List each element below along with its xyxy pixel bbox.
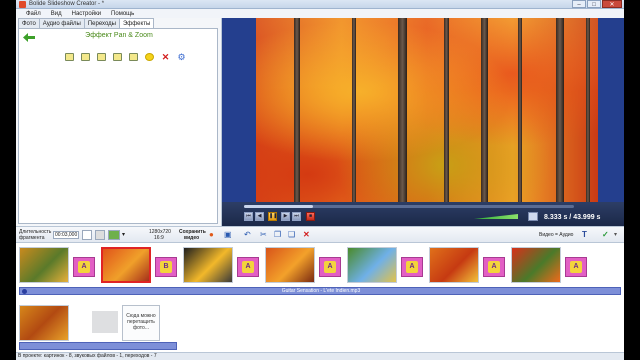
audio-track[interactable]: Guitar Sensation - L'ete Indien.mp3	[19, 287, 621, 295]
video-audio-toggle[interactable]: Видео = Аудио	[539, 232, 573, 238]
skip-start-button[interactable]: ⏮	[244, 212, 253, 221]
sun-icon[interactable]	[145, 53, 154, 61]
close-button[interactable]: ✕	[602, 0, 622, 8]
duration-label-2: фрагмента	[19, 235, 45, 241]
tab-bar: Фото Аудио файлы Переходы Эффекты	[18, 18, 155, 28]
text-icon[interactable]: T	[582, 230, 587, 240]
slide-thumbnail[interactable]	[19, 247, 69, 283]
paste-icon[interactable]: ❑	[288, 230, 295, 240]
tab-effects[interactable]: Эффекты	[118, 18, 155, 28]
record-icon[interactable]: ●	[209, 230, 214, 240]
transition-thumbnail[interactable]: B	[155, 257, 177, 277]
pause-button[interactable]: ❚❚	[268, 212, 277, 221]
transition-letter: A	[78, 261, 90, 273]
preview-image	[256, 18, 598, 202]
preview-area: ⏮ ◀ ❚❚ ▶ ⏭ ■ 8.333 s / 43.999 s	[222, 18, 624, 226]
slide-thumbnail[interactable]	[183, 247, 233, 283]
transition-thumbnail[interactable]: A	[565, 257, 587, 277]
more-icon[interactable]: ▾	[614, 230, 617, 240]
window-controls: – □ ✕	[572, 0, 622, 8]
aspect-label[interactable]: 16:9	[154, 235, 164, 241]
transition-thumbnail[interactable]: A	[237, 257, 259, 277]
transition-thumbnail[interactable]: A	[483, 257, 505, 277]
title-bar: Bolide Slideshow Creator - * – □ ✕	[16, 0, 624, 9]
menu-bar: Файл Вид Настройки Помощь	[16, 9, 624, 18]
transition-letter: A	[488, 261, 500, 273]
menu-view[interactable]: Вид	[51, 11, 62, 17]
skip-end-button[interactable]: ⏭	[292, 212, 301, 221]
effect-toolbar: ✕ ⚙	[65, 53, 186, 62]
check-icon[interactable]: ✓	[602, 230, 609, 240]
effects-panel: Эффект Pan & Zoom ✕ ⚙	[18, 28, 218, 224]
zoom-out-icon[interactable]	[81, 53, 90, 61]
window-title: Bolide Slideshow Creator - *	[29, 1, 105, 7]
slide-thumbnail[interactable]	[101, 247, 151, 283]
tab-audio[interactable]: Аудио файлы	[38, 18, 85, 28]
slide-thumbnail[interactable]	[511, 247, 561, 283]
stop-button[interactable]: ■	[306, 212, 315, 221]
drop-zone[interactable]: Сюда можно перетащить фото...	[122, 305, 160, 341]
menu-help[interactable]: Помощь	[111, 11, 134, 17]
transition-thumbnail[interactable]: A	[401, 257, 423, 277]
slide-thumbnail[interactable]	[265, 247, 315, 283]
time-display: 8.333 s / 43.999 s	[544, 214, 601, 221]
status-bar: В проекте: картинок - 8, звуковых файлов…	[16, 352, 624, 360]
undo-icon[interactable]: ↶	[244, 230, 251, 240]
pool-photo[interactable]	[19, 305, 69, 341]
play-icon[interactable]	[82, 230, 92, 240]
transition-letter: A	[242, 261, 254, 273]
dropdown-icon[interactable]: ▾	[122, 230, 125, 240]
volume-track[interactable]	[19, 342, 177, 350]
slide-thumbnail[interactable]	[429, 247, 479, 283]
delete-icon[interactable]: ✕	[303, 230, 310, 240]
tab-transitions[interactable]: Переходы	[83, 18, 120, 28]
effect-title: Эффект Pan & Zoom	[85, 32, 153, 39]
settings-icon[interactable]: ⚙	[177, 53, 186, 62]
pan-left-icon[interactable]	[97, 53, 106, 61]
transition-letter: A	[324, 261, 336, 273]
image-icon[interactable]	[108, 230, 120, 240]
seek-progress	[244, 205, 314, 208]
audio-track-name: Guitar Sensation - L'ete Indien.mp3	[281, 288, 361, 294]
zoom-in-icon[interactable]	[65, 53, 74, 61]
menu-file[interactable]: Файл	[26, 11, 41, 17]
delete-icon[interactable]: ✕	[161, 53, 170, 62]
minimize-button[interactable]: –	[572, 0, 586, 8]
seek-bar[interactable]	[244, 205, 574, 208]
volume-slider[interactable]	[474, 214, 518, 219]
transition-letter: B	[160, 261, 172, 273]
transition-letter: A	[570, 261, 582, 273]
slide-thumbnail[interactable]	[347, 247, 397, 283]
app-window: Bolide Slideshow Creator - * – □ ✕ Файл …	[16, 0, 624, 360]
save-icon[interactable]: ▣	[224, 230, 232, 240]
timeline-toolbar: Длительность фрагмента 00:03,000 ▾ 1280x…	[16, 226, 624, 243]
pool-blank[interactable]	[92, 311, 118, 333]
menu-settings[interactable]: Настройки	[72, 11, 101, 17]
transition-letter: A	[406, 261, 418, 273]
player-controls: ⏮ ◀ ❚❚ ▶ ⏭ ■ 8.333 s / 43.999 s	[222, 202, 624, 226]
copy-icon[interactable]: ❐	[274, 230, 281, 240]
duration-input[interactable]: 00:03,000	[53, 231, 79, 239]
storyboard: A B A A A A A Guitar Sensation - L'ete Indien.…	[16, 243, 624, 352]
blank-icon[interactable]	[95, 230, 105, 240]
left-panel: Фото Аудио файлы Переходы Эффекты Эффект…	[16, 18, 222, 226]
cut-icon[interactable]: ✂	[260, 230, 267, 240]
maximize-button[interactable]: □	[587, 0, 601, 8]
save-video-label-2[interactable]: видео	[184, 235, 199, 241]
next-frame-button[interactable]: ▶	[281, 212, 290, 221]
pan-down-icon[interactable]	[129, 53, 138, 61]
prev-frame-button[interactable]: ◀	[255, 212, 264, 221]
transition-thumbnail[interactable]: A	[73, 257, 95, 277]
fullscreen-icon[interactable]	[528, 212, 538, 221]
app-icon	[19, 1, 26, 8]
pan-up-icon[interactable]	[113, 53, 122, 61]
tab-photo[interactable]: Фото	[18, 18, 40, 28]
transition-thumbnail[interactable]: A	[319, 257, 341, 277]
